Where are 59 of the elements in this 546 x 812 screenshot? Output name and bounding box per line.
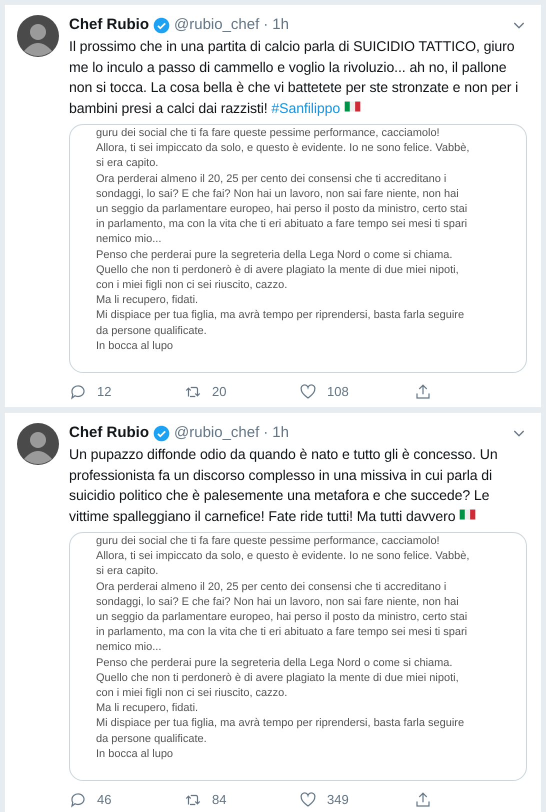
- image-text-line: Mi dispiace per tua figlia, ma avrà tempo per riprendersi, basta farla seguire: [96, 308, 466, 324]
- image-text-line: nemico mio...: [96, 640, 162, 656]
- image-text-line: un seggio da parlamentare europeo, hai perso il posto da ministro, certo stai: [96, 610, 468, 626]
- author-name[interactable]: Chef Rubio: [69, 15, 149, 35]
- heart-icon: [299, 791, 317, 810]
- tweet-text: Il prossimo che in una partita di calcio parla di SUICIDIO TATTICO, giuro me lo inculo a passo di cammello e voglio la rivoluzio... ah no, il pallone non si tocca. La cosa bella è che vi battetete per ste stronzate e non per i bambini presi a calci dai razzisti! #Sanfilippo: [69, 37, 520, 118]
- image-text-line: sondaggi, lo sai? E che fai? Non hai un lavoro, non sai fare niente, non hai: [96, 186, 460, 202]
- like-button[interactable]: 349: [299, 790, 414, 810]
- image-text-line: Penso che perderai pure la segreteria della Lega Nord o come si chiama.: [96, 248, 454, 263]
- image-text-line: da persone qualificate.: [96, 324, 208, 339]
- image-text-line: con i miei figli non ci sei riuscito, cazzo.: [96, 686, 288, 702]
- image-text-line: Ora perderai almeno il 20, 25 per cento dei consensi che ti accreditano i: [96, 580, 448, 595]
- heart-icon: [299, 383, 317, 402]
- reply-icon: [69, 383, 87, 402]
- tweet-text: Un pupazzo diffonde odio da quando è nato e tutto gli è concesso. Un professionista fa un discorso complesso in una missiva in cui parla di suicidio politico che è palesemente una metafora e che succede? Le vittime spalleggiano il carnefice! Fate ride tutti! Ma tutti davvero: [69, 445, 499, 526]
- image-text-line: si era capito.: [96, 156, 160, 172]
- reply-button[interactable]: 12: [69, 382, 184, 402]
- author-name[interactable]: Chef Rubio: [69, 423, 149, 444]
- image-text-line: con i miei figli non ci sei riuscito, cazzo.: [96, 278, 288, 294]
- attached-image[interactable]: [69, 124, 527, 374]
- image-text-line: Allora, ti sei impiccato da solo, e questo è evidente. Io ne sono felice. Vabbè,: [96, 549, 470, 564]
- author-handle[interactable]: @rubio_chef: [174, 423, 260, 444]
- image-text-line: Quello che non ti perdonerò è di avere plagiato la mente di due miei nipoti,: [96, 670, 460, 686]
- image-text-line: Ora perderai almeno il 20, 25 per cento dei consensi che ti accreditano i: [96, 172, 448, 187]
- timestamp[interactable]: 1h: [272, 423, 289, 444]
- share-button[interactable]: [414, 383, 432, 402]
- image-text-line: da persone qualificate.: [96, 732, 208, 747]
- timestamp[interactable]: 1h: [272, 15, 289, 35]
- share-button[interactable]: [414, 791, 432, 810]
- image-text-line: Quello che non ti perdonerò è di avere plagiato la mente di due miei nipoti,: [96, 262, 460, 278]
- separator-dot: ·: [263, 15, 268, 35]
- image-text-line: Mi dispiace per tua figlia, ma avrà tempo per riprendersi, basta farla seguire: [96, 716, 466, 732]
- image-text-line: un seggio da parlamentare europeo, hai perso il posto da ministro, certo stai: [96, 202, 468, 218]
- image-text-line: in parlamento, ma con la vita che ti eri abituato a fare tempo sei mesi ti spari: [96, 217, 468, 232]
- attached-image[interactable]: [69, 532, 527, 782]
- image-text-line: Ma li recupero, fidati.: [96, 293, 200, 308]
- separator-dot: ·: [263, 423, 268, 444]
- retweet-button[interactable]: 20: [184, 382, 299, 402]
- image-text-line: guru dei social che ti fa fare queste pessime performance, cacciamolo!: [96, 534, 441, 550]
- avatar[interactable]: [17, 15, 59, 57]
- image-text-line: Penso che perderai pure la segreteria della Lega Nord o come si chiama.: [96, 656, 454, 671]
- retweet-button[interactable]: 84: [184, 790, 299, 810]
- image-text-line: In bocca al lupo: [96, 746, 174, 762]
- avatar[interactable]: [17, 423, 59, 466]
- share-icon: [414, 383, 432, 402]
- author-handle[interactable]: @rubio_chef: [174, 15, 260, 35]
- image-text-line: Ma li recupero, fidati.: [96, 701, 200, 716]
- image-text-line: In bocca al lupo: [96, 338, 174, 354]
- image-text-line: guru dei social che ti fa fare queste pessime performance, cacciamolo!: [96, 126, 441, 141]
- reply-icon: [69, 791, 87, 810]
- hashtag-link[interactable]: #Sanfilippo: [271, 100, 340, 116]
- share-icon: [414, 791, 432, 810]
- like-button[interactable]: 108: [299, 382, 414, 402]
- image-text-line: nemico mio...: [96, 232, 162, 248]
- image-text-line: sondaggi, lo sai? E che fai? Non hai un lavoro, non sai fare niente, non hai: [96, 594, 460, 610]
- image-text-line: in parlamento, ma con la vita che ti eri abituato a fare tempo sei mesi ti spari: [96, 625, 468, 640]
- image-text-line: si era capito.: [96, 564, 160, 580]
- image-text-line: Allora, ti sei impiccato da solo, e questo è evidente. Io ne sono felice. Vabbè,: [96, 141, 470, 156]
- reply-button[interactable]: 46: [69, 790, 184, 810]
